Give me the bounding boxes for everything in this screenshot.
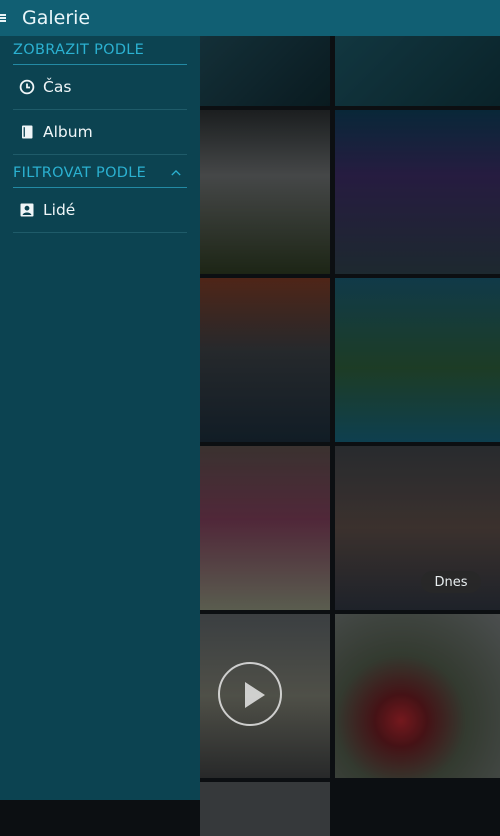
filter-by-section: FILTROVAT PODLE Lidé [0,159,200,233]
photo-thumbnail[interactable] [200,782,330,836]
photo-thumbnail[interactable] [200,278,330,442]
person-icon [19,202,35,218]
filter-by-people-item[interactable]: Lidé [13,188,187,233]
menu-icon[interactable] [0,11,10,25]
photo-thumbnail[interactable] [200,446,330,610]
view-by-album-item[interactable]: Album [13,110,187,155]
chevron-up-icon[interactable] [171,170,181,176]
navigation-drawer: ZOBRAZIT PODLE Čas Album FILTROVAT PODLE… [0,36,200,800]
view-by-time-label: Čas [43,78,72,96]
date-chip: Dnes [421,571,481,593]
clock-icon [19,79,35,95]
photo-thumbnail[interactable] [335,278,500,442]
play-icon[interactable] [218,662,282,726]
app-bar: Galerie [0,0,500,36]
photo-thumbnail[interactable] [200,110,330,274]
view-by-album-label: Album [43,123,93,141]
app-title: Galerie [22,7,91,29]
photo-thumbnail[interactable] [335,36,500,106]
filter-by-header[interactable]: FILTROVAT PODLE [13,159,187,188]
view-by-section: ZOBRAZIT PODLE Čas Album [0,36,200,155]
view-by-time-item[interactable]: Čas [13,65,187,110]
photo-thumbnail[interactable] [335,110,500,274]
photo-thumbnail[interactable] [200,36,330,106]
photo-thumbnail[interactable] [335,614,500,778]
view-by-header: ZOBRAZIT PODLE [13,36,187,65]
filter-by-people-label: Lidé [43,201,76,219]
album-icon [19,124,35,140]
